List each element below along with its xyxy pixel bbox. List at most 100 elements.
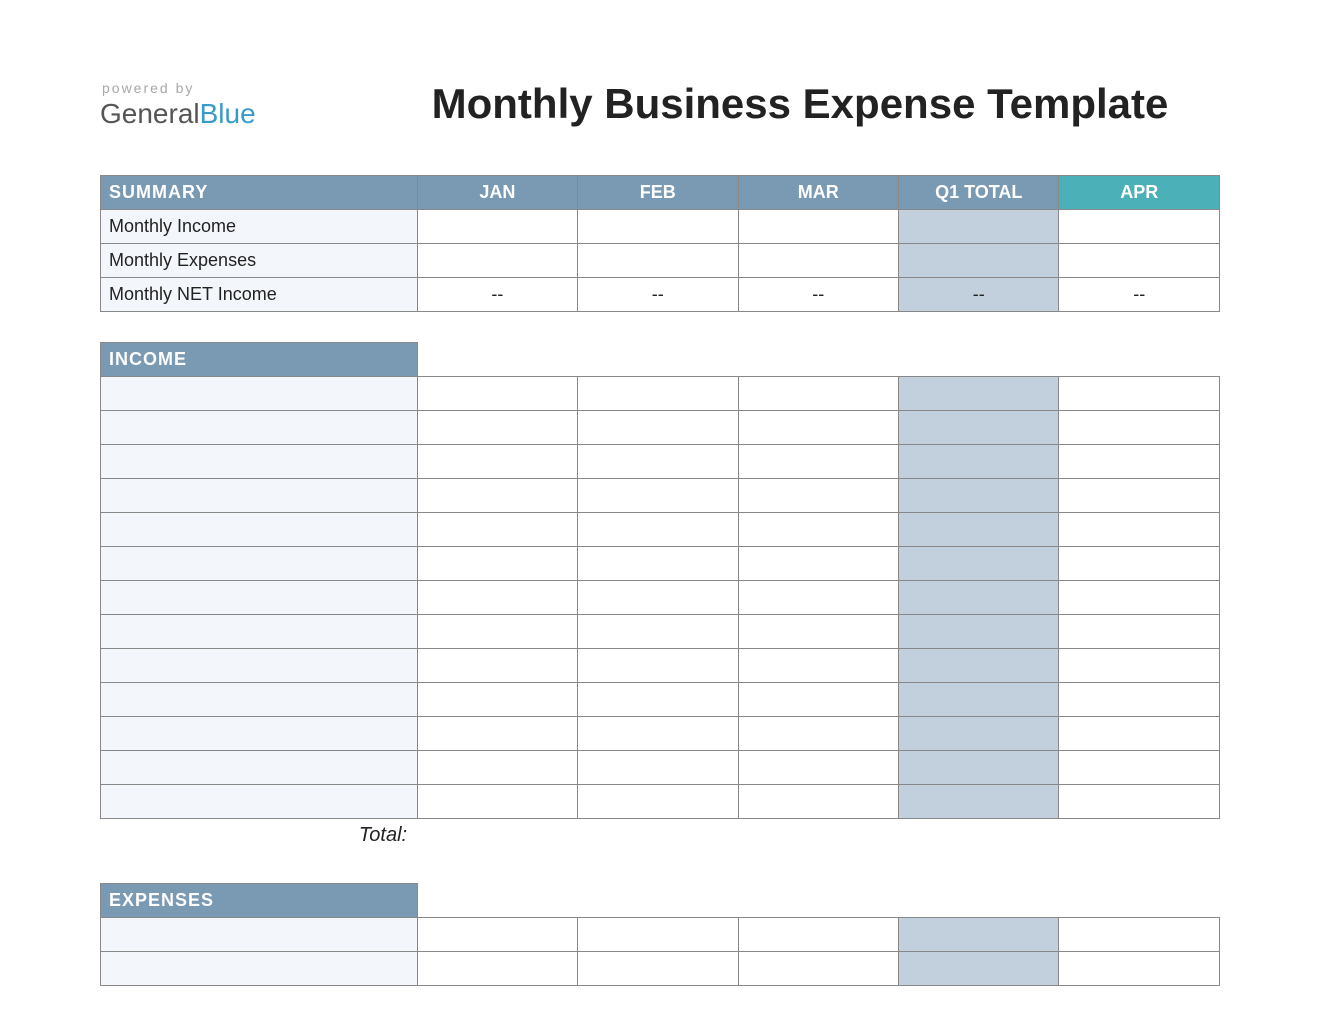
cell-jan [417, 717, 577, 751]
powered-by-text: powered by [100, 80, 380, 96]
row-label [101, 411, 418, 445]
cell-q1 [899, 951, 1059, 985]
income-header-row: INCOME [101, 343, 1220, 377]
cell-jan [417, 210, 577, 244]
col-q1: Q1 TOTAL [899, 176, 1059, 210]
row-label [101, 377, 418, 411]
cell-mar [738, 615, 898, 649]
cell-jan [417, 479, 577, 513]
cell-jan: -- [417, 278, 577, 312]
cell-feb [578, 244, 738, 278]
cell-q1 [899, 785, 1059, 819]
cell-feb [578, 513, 738, 547]
table-row [101, 377, 1220, 411]
cell-apr: -- [1059, 278, 1220, 312]
row-label: Monthly NET Income [101, 278, 418, 312]
cell-apr [1059, 615, 1220, 649]
cell-jan [417, 411, 577, 445]
cell-feb [578, 917, 738, 951]
brand-name: GeneralBlue [100, 98, 380, 130]
cell-feb [578, 479, 738, 513]
cell-feb [578, 210, 738, 244]
cell-q1 [899, 479, 1059, 513]
row-label [101, 917, 418, 951]
page: powered by GeneralBlue Monthly Business … [0, 0, 1320, 1026]
cell-apr [1059, 547, 1220, 581]
row-label: Monthly Income [101, 210, 418, 244]
cell-mar [738, 649, 898, 683]
cell-q1 [899, 717, 1059, 751]
cell-q1 [899, 377, 1059, 411]
row-label [101, 717, 418, 751]
table-row [101, 649, 1220, 683]
summary-header-row: SUMMARY JAN FEB MAR Q1 TOTAL APR [101, 176, 1220, 210]
cell-apr [1059, 445, 1220, 479]
cell-mar [738, 377, 898, 411]
cell-apr [1059, 411, 1220, 445]
row-label [101, 615, 418, 649]
row-label [101, 513, 418, 547]
table-row [101, 547, 1220, 581]
cell-apr [1059, 210, 1220, 244]
cell-feb [578, 785, 738, 819]
income-header: INCOME [101, 343, 418, 377]
cell-jan [417, 581, 577, 615]
summary-table: SUMMARY JAN FEB MAR Q1 TOTAL APR Monthly… [100, 175, 1220, 312]
cell-q1 [899, 683, 1059, 717]
income-total-row: Total: [101, 819, 1220, 853]
row-label [101, 683, 418, 717]
cell-q1 [899, 445, 1059, 479]
col-feb: FEB [578, 176, 738, 210]
cell-q1 [899, 411, 1059, 445]
cell-mar [738, 951, 898, 985]
cell-jan [417, 649, 577, 683]
cell-jan [417, 683, 577, 717]
cell-feb [578, 951, 738, 985]
brand-general: General [100, 98, 200, 129]
income-total-label: Total: [101, 819, 418, 853]
cell-q1 [899, 547, 1059, 581]
cell-jan [417, 751, 577, 785]
cell-feb [578, 683, 738, 717]
cell-feb [578, 377, 738, 411]
cell-apr [1059, 751, 1220, 785]
table-row [101, 951, 1220, 985]
cell-jan [417, 917, 577, 951]
cell-mar: -- [738, 278, 898, 312]
cell-mar [738, 244, 898, 278]
cell-mar [738, 581, 898, 615]
row-label [101, 785, 418, 819]
cell-mar [738, 411, 898, 445]
cell-jan [417, 951, 577, 985]
cell-feb [578, 445, 738, 479]
table-row [101, 411, 1220, 445]
cell-jan [417, 513, 577, 547]
row-label [101, 751, 418, 785]
income-table: INCOME Total: [100, 342, 1220, 853]
col-jan: JAN [417, 176, 577, 210]
table-row [101, 445, 1220, 479]
cell-jan [417, 785, 577, 819]
cell-apr [1059, 951, 1220, 985]
cell-mar [738, 479, 898, 513]
cell-q1 [899, 210, 1059, 244]
cell-feb [578, 581, 738, 615]
cell-feb [578, 717, 738, 751]
row-label [101, 479, 418, 513]
cell-feb [578, 547, 738, 581]
brand-blue: Blue [200, 98, 256, 129]
table-row [101, 717, 1220, 751]
cell-mar [738, 917, 898, 951]
logo: powered by GeneralBlue [100, 80, 380, 130]
row-label: Monthly Expenses [101, 244, 418, 278]
expenses-section: EXPENSES [100, 883, 1220, 986]
cell-q1 [899, 615, 1059, 649]
cell-mar [738, 717, 898, 751]
cell-mar [738, 513, 898, 547]
row-label [101, 445, 418, 479]
table-row [101, 683, 1220, 717]
cell-jan [417, 244, 577, 278]
cell-feb [578, 411, 738, 445]
cell-q1: -- [899, 278, 1059, 312]
cell-mar [738, 547, 898, 581]
